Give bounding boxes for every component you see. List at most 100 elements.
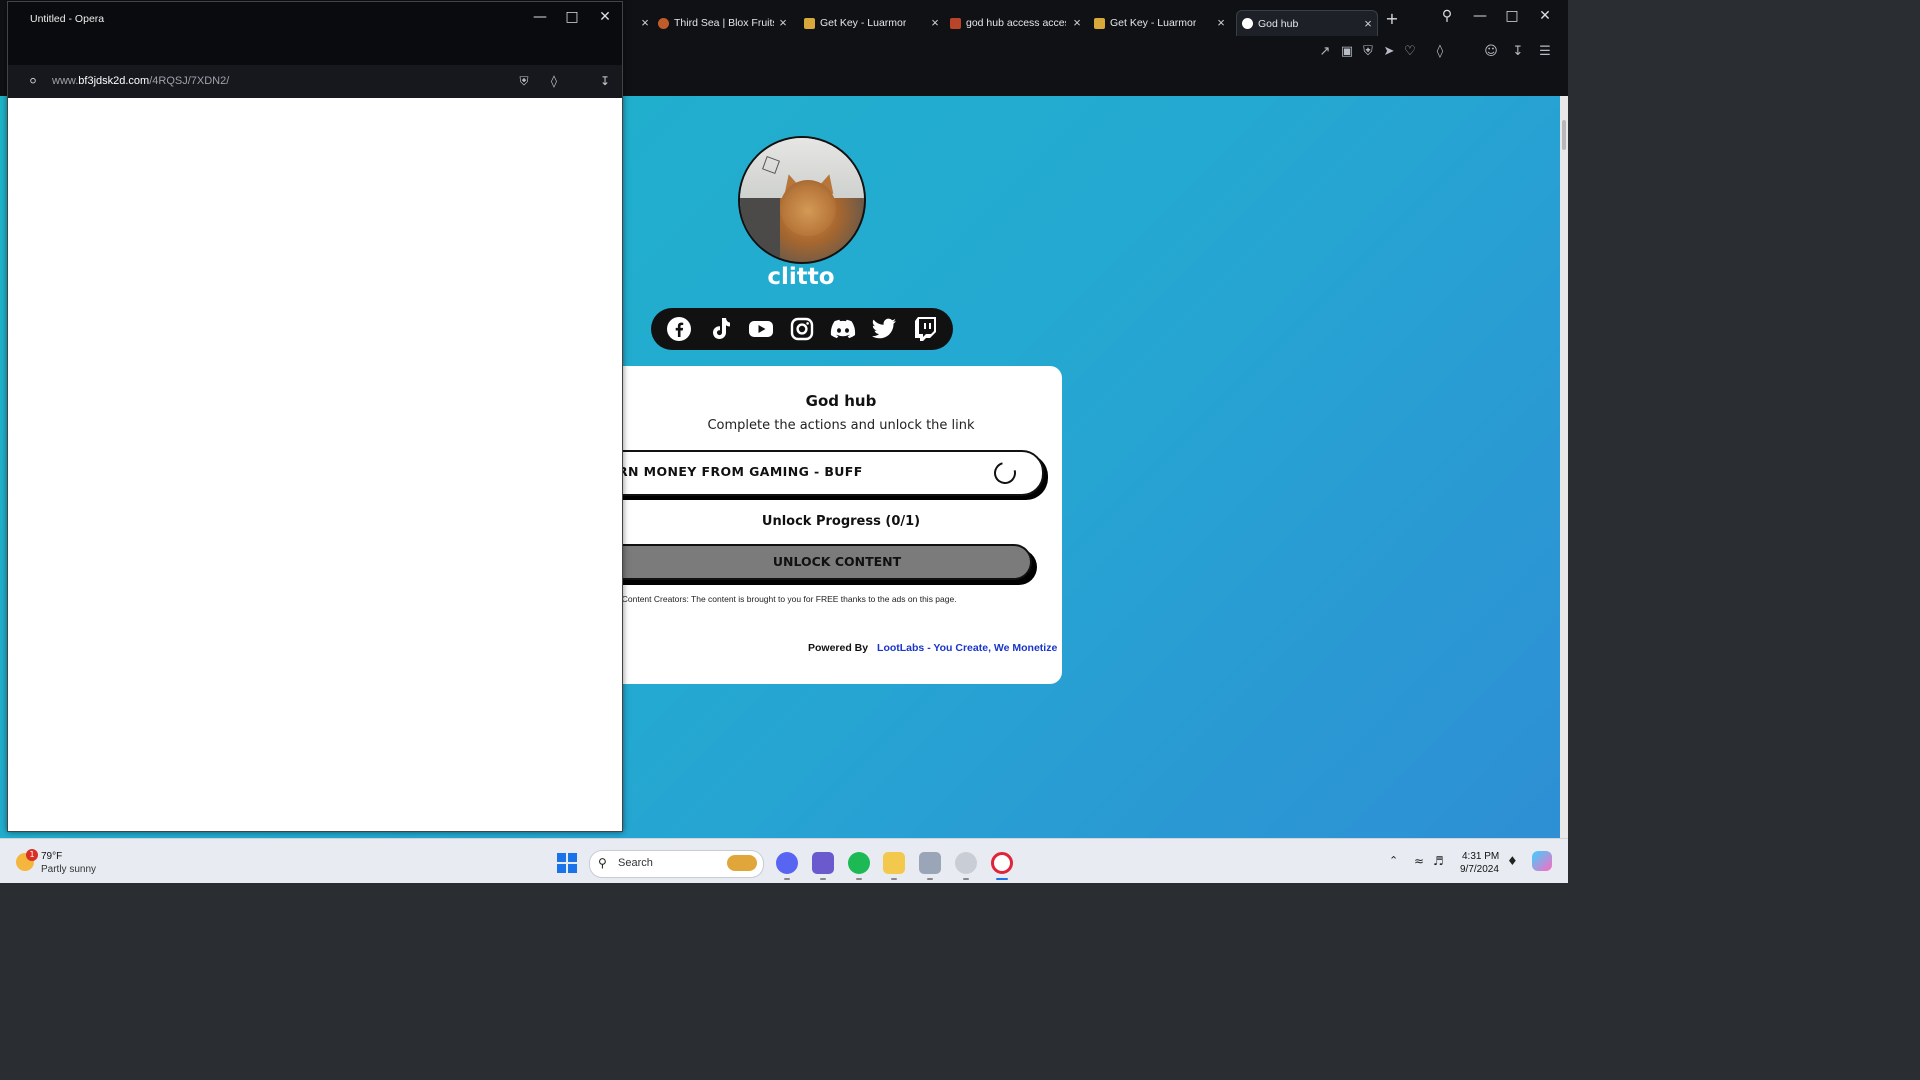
- shield-icon[interactable]: ⛨: [516, 74, 532, 89]
- clock-date[interactable]: 9/7/2024: [1460, 864, 1499, 875]
- discord-icon[interactable]: [829, 315, 857, 343]
- url-domain: bf3jdsk2d.com: [78, 75, 150, 87]
- tab-get-key-2[interactable]: Get Key - Luarmor ×: [1094, 10, 1230, 36]
- tab-label: Get Key - Luarmor: [1110, 17, 1197, 29]
- scrollbar[interactable]: [1560, 96, 1568, 838]
- popup-url[interactable]: www.bf3jdsk2d.com/4RQSJ/7XDN2/: [52, 75, 229, 87]
- download-icon[interactable]: ↧: [597, 74, 613, 88]
- taskbar: 1 79°F Partly sunny ⚲ Search ⌃ ≈ ♬ 4:31 …: [0, 838, 1568, 883]
- copilot-icon[interactable]: [1532, 851, 1552, 871]
- action-label: RN MONEY FROM GAMING - BUFF: [618, 464, 863, 479]
- search-tabs-icon[interactable]: ⚲: [1436, 8, 1458, 24]
- download-icon[interactable]: ↧: [1509, 44, 1527, 59]
- lootlabs-link[interactable]: LootLabs - You Create, We Monetize: [877, 642, 1057, 654]
- running-indicator: [820, 878, 826, 880]
- popup-title: Untitled - Opera: [30, 13, 105, 25]
- url-prefix: www.: [52, 75, 79, 87]
- popup-maximize-icon[interactable]: □: [561, 9, 583, 25]
- powered-by-label: Powered By: [808, 642, 869, 654]
- running-indicator: [856, 878, 862, 880]
- chevron-up-icon[interactable]: ⌃: [1389, 854, 1398, 867]
- popup-titlebar: Untitled - Opera — □ ✕: [8, 2, 622, 65]
- tab-favicon-icon: [658, 17, 669, 29]
- shield-icon[interactable]: ⛨: [1359, 44, 1377, 59]
- twitch-icon[interactable]: [911, 315, 939, 343]
- camera-icon[interactable]: ▣: [1338, 44, 1356, 59]
- social-links: [651, 308, 953, 350]
- card-subtitle: Complete the actions and unlock the link: [707, 418, 975, 433]
- tab-blox-fruits[interactable]: Third Sea | Blox Fruits V ×: [658, 10, 792, 36]
- minimize-icon[interactable]: —: [1469, 8, 1491, 24]
- facebook-icon[interactable]: [665, 315, 693, 343]
- profile-icon[interactable]: ☺: [1482, 44, 1500, 59]
- menu-icon[interactable]: ☰: [1536, 44, 1554, 59]
- send-icon[interactable]: ➤: [1380, 44, 1398, 59]
- card-title: God hub: [805, 392, 877, 410]
- tab-favicon-icon: [950, 17, 961, 29]
- tab-close-icon[interactable]: ×: [928, 15, 942, 30]
- tab-favicon-icon: [1094, 17, 1105, 29]
- running-indicator: [963, 878, 969, 880]
- heart-icon[interactable]: ♡: [1401, 44, 1419, 59]
- store-app-icon[interactable]: [919, 852, 941, 874]
- tab-label: god hub access access: [966, 17, 1066, 29]
- file-explorer-icon[interactable]: [883, 852, 905, 874]
- username: clitto: [767, 264, 835, 290]
- tab-0[interactable]: ×: [624, 10, 654, 36]
- support-notice: pport Content Creators: The content is b…: [600, 594, 957, 604]
- instagram-icon[interactable]: [788, 315, 816, 343]
- unlock-card: God hub Complete the actions and unlock …: [560, 366, 1062, 684]
- start-button[interactable]: [557, 853, 577, 873]
- taskbar-search[interactable]: ⚲ Search: [589, 850, 764, 878]
- bell-icon[interactable]: ♦: [1507, 854, 1518, 868]
- weather-temperature[interactable]: 79°F: [41, 851, 62, 862]
- youtube-icon[interactable]: [747, 315, 775, 343]
- search-icon: ⚲: [598, 856, 607, 870]
- clock-time[interactable]: 4:31 PM: [1462, 851, 1499, 862]
- tab-god-hub-access[interactable]: god hub access access ×: [950, 10, 1086, 36]
- tab-close-icon[interactable]: ×: [1070, 15, 1084, 30]
- tab-close-icon[interactable]: ×: [776, 15, 790, 30]
- tab-favicon-icon: [804, 17, 815, 29]
- spotify-app-icon[interactable]: [848, 852, 870, 874]
- running-indicator: [891, 878, 897, 880]
- tab-label: Get Key - Luarmor: [820, 17, 907, 29]
- cube-icon[interactable]: ◊: [1431, 44, 1449, 59]
- scrollbar-thumb[interactable]: [1562, 120, 1566, 150]
- unlock-progress: Unlock Progress (0/1): [761, 514, 921, 529]
- tab-close-icon[interactable]: ×: [1361, 16, 1375, 31]
- tab-close-icon[interactable]: ×: [638, 15, 652, 30]
- running-indicator: [927, 878, 933, 880]
- powered-by: Powered By LootLabs - You Create, We Mon…: [808, 642, 1057, 654]
- action-button[interactable]: RN MONEY FROM GAMING - BUFF: [600, 450, 1044, 496]
- popup-address-bar[interactable]: ⚪ www.bf3jdsk2d.com/4RQSJ/7XDN2/ ⛨ ◊ ↧: [8, 65, 622, 98]
- tab-close-icon[interactable]: ×: [1214, 15, 1228, 30]
- notification-badge: 1: [26, 849, 38, 861]
- star-app-icon[interactable]: [955, 852, 977, 874]
- search-placeholder: Search: [618, 857, 653, 869]
- twitter-icon[interactable]: [870, 315, 898, 343]
- wifi-icon[interactable]: ≈: [1414, 854, 1424, 868]
- share-icon[interactable]: ↗: [1316, 44, 1334, 59]
- tab-label: Third Sea | Blox Fruits V: [674, 17, 774, 29]
- maximize-icon[interactable]: □: [1501, 8, 1523, 24]
- unlock-label: UNLOCK CONTENT: [772, 554, 902, 569]
- tab-god-hub[interactable]: God hub ×: [1236, 10, 1378, 36]
- close-window-icon[interactable]: ✕: [1534, 8, 1556, 24]
- active-indicator: [996, 878, 1008, 880]
- cube-icon[interactable]: ◊: [546, 74, 562, 88]
- popup-minimize-icon[interactable]: —: [529, 9, 551, 25]
- loading-spinner-icon: [989, 457, 1021, 489]
- popup-window: Untitled - Opera — □ ✕ ⚪ www.bf3jdsk2d.c…: [7, 1, 623, 832]
- vpn-app-icon[interactable]: [812, 852, 834, 874]
- unlock-content-button[interactable]: UNLOCK CONTENT: [600, 544, 1032, 580]
- running-indicator: [784, 878, 790, 880]
- tab-get-key-1[interactable]: Get Key - Luarmor ×: [804, 10, 944, 36]
- discord-app-icon[interactable]: [776, 852, 798, 874]
- weather-description[interactable]: Partly sunny: [41, 864, 96, 875]
- new-tab-button[interactable]: +: [1381, 9, 1403, 28]
- speaker-icon[interactable]: ♬: [1433, 854, 1444, 868]
- tiktok-icon[interactable]: [706, 315, 734, 343]
- popup-close-icon[interactable]: ✕: [594, 9, 616, 25]
- opera-app-icon[interactable]: [991, 852, 1013, 874]
